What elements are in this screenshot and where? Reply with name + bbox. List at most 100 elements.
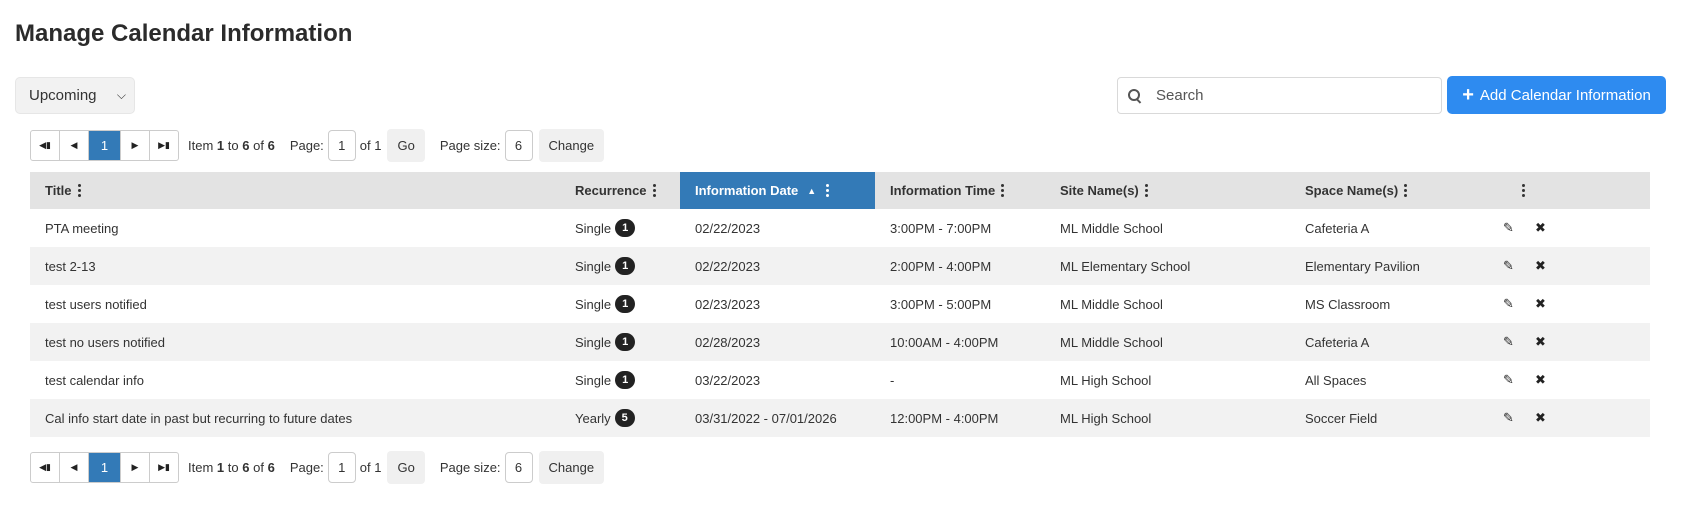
column-menu-icon[interactable]: [77, 182, 81, 199]
search-input[interactable]: [1154, 86, 1408, 105]
prev-page-icon[interactable]: ◀: [60, 131, 89, 160]
next-page-icon[interactable]: ▶: [121, 453, 150, 482]
item-of-word: of: [253, 138, 264, 153]
item-to-word: to: [227, 138, 239, 153]
page-of-label: of 1: [359, 460, 382, 475]
current-page-button[interactable]: 1: [89, 131, 121, 160]
first-page-icon[interactable]: ◀▮: [31, 131, 60, 160]
row-date: 02/23/2023: [695, 296, 761, 312]
table-row: PTA meeting Single 1 02/22/2023 3:00PM - …: [30, 209, 1650, 247]
edit-icon[interactable]: ✎: [1503, 285, 1514, 323]
change-button[interactable]: Change: [538, 129, 605, 162]
table-row: test users notified Single 1 02/23/2023 3…: [30, 285, 1650, 323]
last-page-icon[interactable]: ▶▮: [150, 453, 178, 482]
column-space-label: Space Name(s): [1305, 183, 1399, 198]
next-page-icon[interactable]: ▶: [121, 131, 150, 160]
column-menu-icon[interactable]: [652, 182, 656, 199]
table-row: Cal info start date in past but recurrin…: [30, 399, 1650, 437]
row-time: 3:00PM - 7:00PM: [890, 220, 992, 236]
page-of-label: of 1: [359, 138, 382, 153]
column-header-recurrence[interactable]: Recurrence: [575, 172, 656, 209]
column-menu-icon[interactable]: [1522, 182, 1525, 199]
column-header-information-date[interactable]: Information Date ▲: [680, 172, 875, 209]
page-input[interactable]: 1: [327, 130, 356, 161]
row-site: ML Middle School: [1060, 334, 1163, 350]
column-recurrence-label: Recurrence: [575, 183, 647, 198]
row-recurrence: Single 1: [575, 361, 636, 399]
row-time: 2:00PM - 4:00PM: [890, 258, 992, 274]
row-title: Cal info start date in past but recurrin…: [45, 410, 353, 426]
edit-icon[interactable]: ✎: [1503, 323, 1514, 361]
row-date: 03/22/2023: [695, 372, 761, 388]
pager-nav: ◀▮ ◀ 1 ▶ ▶▮: [30, 130, 179, 161]
occurrence-count-badge: 1: [615, 295, 636, 313]
page-size-input[interactable]: 6: [504, 130, 533, 161]
search-box[interactable]: [1117, 77, 1442, 114]
calendar-grid: Title Recurrence Information Date ▲ Info…: [30, 172, 1650, 437]
edit-icon[interactable]: ✎: [1503, 361, 1514, 399]
go-button[interactable]: Go: [387, 129, 425, 162]
item-from: 1: [216, 138, 225, 153]
plus-icon: +: [1462, 84, 1474, 106]
column-menu-icon[interactable]: [1404, 182, 1408, 199]
row-site: ML High School: [1060, 410, 1152, 426]
row-space: Cafeteria A: [1305, 220, 1370, 236]
column-header-information-time[interactable]: Information Time: [890, 172, 1005, 209]
pager-top: ◀▮ ◀ 1 ▶ ▶▮ Item 1 to 6 of 6 Page: 1 of …: [30, 129, 605, 162]
column-header-site-names[interactable]: Site Name(s): [1060, 172, 1148, 209]
column-menu-icon[interactable]: [1144, 182, 1148, 199]
column-menu-icon[interactable]: [1001, 182, 1005, 199]
occurrence-count-badge: 5: [614, 409, 635, 427]
edit-icon[interactable]: ✎: [1503, 399, 1514, 437]
first-page-icon[interactable]: ◀▮: [31, 453, 60, 482]
close-icon[interactable]: ✖: [1535, 247, 1546, 285]
close-icon[interactable]: ✖: [1535, 323, 1546, 361]
occurrence-count-badge: 1: [615, 219, 636, 237]
close-icon[interactable]: ✖: [1535, 285, 1546, 323]
close-icon[interactable]: ✖: [1535, 399, 1546, 437]
row-title: test 2-13: [45, 258, 96, 274]
search-icon: [1126, 87, 1144, 105]
filter-dropdown[interactable]: Upcoming ⌵: [15, 77, 135, 114]
column-site-label: Site Name(s): [1060, 183, 1139, 198]
grid-options-menu[interactable]: [1516, 172, 1525, 209]
row-title: test users notified: [45, 296, 147, 312]
change-button[interactable]: Change: [538, 451, 605, 484]
row-site: ML Middle School: [1060, 296, 1163, 312]
row-title: test no users notified: [45, 334, 165, 350]
pager-nav: ◀▮ ◀ 1 ▶ ▶▮: [30, 452, 179, 483]
row-space: Cafeteria A: [1305, 334, 1370, 350]
edit-icon[interactable]: ✎: [1503, 247, 1514, 285]
column-menu-icon[interactable]: [826, 182, 830, 199]
recurrence-label: Single: [575, 334, 612, 350]
item-range: Item 1 to 6 of 6: [188, 138, 275, 153]
prev-page-icon[interactable]: ◀: [60, 453, 89, 482]
table-row: test calendar info Single 1 03/22/2023 - …: [30, 361, 1650, 399]
page-size-input[interactable]: 6: [504, 452, 533, 483]
row-date: 02/22/2023: [695, 258, 761, 274]
recurrence-label: Single: [575, 220, 612, 236]
column-title-label: Title: [45, 183, 72, 198]
table-row: test 2-13 Single 1 02/22/2023 2:00PM - 4:…: [30, 247, 1650, 285]
row-recurrence: Single 1: [575, 247, 636, 285]
column-header-space-names[interactable]: Space Name(s): [1305, 172, 1408, 209]
add-calendar-information-button[interactable]: + Add Calendar Information: [1447, 76, 1666, 114]
last-page-icon[interactable]: ▶▮: [150, 131, 178, 160]
row-space: Soccer Field: [1305, 410, 1378, 426]
item-total: 6: [267, 138, 275, 153]
page-input[interactable]: 1: [327, 452, 356, 483]
row-site: ML Middle School: [1060, 220, 1163, 236]
column-header-title[interactable]: Title: [30, 172, 81, 209]
close-icon[interactable]: ✖: [1535, 209, 1546, 247]
current-page-button[interactable]: 1: [89, 453, 121, 482]
row-recurrence: Single 1: [575, 209, 636, 247]
edit-icon[interactable]: ✎: [1503, 209, 1514, 247]
add-button-label: Add Calendar Information: [1479, 86, 1651, 104]
close-icon[interactable]: ✖: [1535, 361, 1546, 399]
item-of-word: of: [253, 460, 264, 475]
go-button[interactable]: Go: [387, 451, 425, 484]
row-space: All Spaces: [1305, 372, 1367, 388]
page-size-label: Page size:: [439, 138, 501, 153]
page-label: Page:: [289, 138, 324, 153]
item-to: 6: [242, 138, 250, 153]
